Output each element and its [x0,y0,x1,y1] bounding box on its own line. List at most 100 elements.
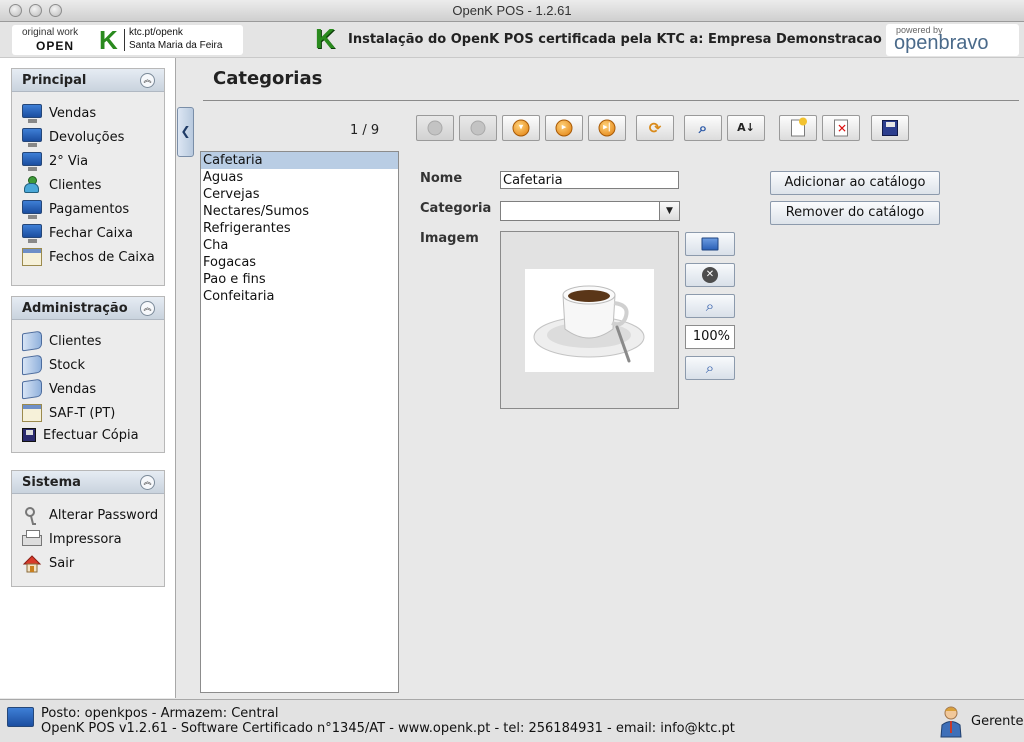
sidebar-item-sair[interactable]: Sair [22,553,162,575]
sidebar-item-admin-clientes[interactable]: Clientes [22,330,162,353]
printer-icon [22,530,42,546]
sidebar-item-fechar-caixa[interactable]: Fechar Caixa [22,223,162,245]
search-button[interactable]: ⌕ [684,115,722,141]
chevron-down-icon[interactable]: ▼ [659,202,679,220]
sidebar-item-segunda-via[interactable]: 2° Via [22,151,162,173]
record-counter: 1 / 9 [350,123,380,138]
panel-administracao: Administração ︽ Clientes Stock Vendas SA… [11,296,165,453]
image-preview [500,231,679,409]
zoom-in-button[interactable]: ⌕ [685,294,735,318]
zoom-in-icon: ⌕ [705,297,715,315]
sidebar-item-saft[interactable]: SAF-T (PT) [22,403,162,425]
list-item[interactable]: Fogacas [201,254,398,271]
window-title: OpenK POS - 1.2.61 [452,3,572,18]
panel-principal-header[interactable]: Principal ︽ [12,69,164,92]
chevron-left-icon: ❮ [180,124,191,138]
sidebar-item-devolucoes[interactable]: Devoluções [22,127,162,149]
toggle-sidebar-button[interactable]: ❮ [177,107,194,157]
collapse-principal-icon[interactable]: ︽ [140,73,155,88]
sidebar-item-label: Efectuar Cópia [43,428,139,443]
sidebar-item-clientes[interactable]: Clientes [22,175,162,197]
next-icon: ▾ [512,119,530,137]
monitor-icon [22,224,42,243]
sidebar-item-label: Devoluções [49,130,125,145]
delete-record-button[interactable] [822,115,860,141]
categoria-label: Categoria [420,201,492,216]
remove-from-catalog-button[interactable]: Remover do catálogo [770,201,940,225]
play-record-button[interactable]: ▸ [545,115,583,141]
sidebar-item-fechos-de-caixa[interactable]: Fechos de Caixa [22,247,162,269]
sidebar-item-alterar-password[interactable]: Alterar Password [22,505,162,527]
category-list[interactable]: Cafetaria Aguas Cervejas Nectares/Sumos … [200,151,399,693]
sidebar-item-label: Fechar Caixa [49,226,133,241]
categoria-select[interactable]: ▼ [500,201,680,221]
remove-image-button[interactable]: ✕ [685,263,735,287]
sidebar-item-admin-vendas[interactable]: Vendas [22,378,162,401]
sidebar-item-label: Impressora [49,532,122,547]
sort-button[interactable]: A↓ [727,115,765,141]
user-name[interactable]: Gerente [971,714,1023,729]
collapse-administracao-icon[interactable]: ︽ [140,301,155,316]
list-item[interactable]: Cervejas [201,186,398,203]
first-record-button[interactable] [416,115,454,141]
book-icon [22,330,42,352]
nome-field[interactable] [500,171,679,189]
search-icon: ⌕ [698,119,708,137]
sidebar: Principal ︽ Vendas Devoluções 2° Via Cli… [0,58,176,698]
next-record-button[interactable]: ▾ [502,115,540,141]
monitor-icon [22,200,42,219]
play-icon: ▸ [555,119,573,137]
calendar-icon [22,404,42,422]
logo-separator [124,29,125,51]
sidebar-item-efectuar-copia[interactable]: Efectuar Cópia [22,425,162,447]
add-to-catalog-button[interactable]: Adicionar ao catálogo [770,171,940,195]
previous-record-button[interactable] [459,115,497,141]
list-item[interactable]: Aguas [201,169,398,186]
sidebar-item-stock[interactable]: Stock [22,354,162,377]
sort-az-icon: A↓ [737,121,755,134]
panel-principal: Principal ︽ Vendas Devoluções 2° Via Cli… [11,68,165,286]
reload-button[interactable]: ⟳ [636,115,674,141]
open-image-button[interactable] [685,232,735,256]
sidebar-item-label: Stock [49,358,85,373]
monitor-icon [7,707,34,727]
list-item[interactable]: Cha [201,237,398,254]
openbravo-wordmark: openbravo [894,32,989,54]
status-bar: Posto: openkpos - Armazem: Central OpenK… [0,699,1024,742]
title-divider [203,100,1019,101]
list-item[interactable]: Nectares/Sumos [201,203,398,220]
certification-k-logo: K [315,23,336,54]
imagem-label: Imagem [420,231,479,246]
zoom-level[interactable]: 100% [685,325,735,349]
sidebar-item-label: Pagamentos [49,202,130,217]
save-button[interactable] [871,115,909,141]
key-icon [22,506,42,525]
folder-open-icon [701,237,719,251]
new-document-icon [791,117,807,137]
monitor-icon [22,128,42,147]
monitor-icon [22,104,42,123]
openbravo-logo: powered by openbravo [886,24,1019,56]
list-item[interactable]: Cafetaria [201,152,398,169]
last-record-button[interactable]: ▸| [588,115,626,141]
collapse-sistema-icon[interactable]: ︽ [140,475,155,490]
list-item[interactable]: Confeitaria [201,288,398,305]
sidebar-item-label: 2° Via [49,154,89,169]
sidebar-item-pagamentos[interactable]: Pagamentos [22,199,162,221]
delete-document-icon [834,119,848,137]
panel-administracao-header[interactable]: Administração ︽ [12,297,164,320]
panel-sistema: Sistema ︽ Alterar Password Impressora Sa… [11,470,165,587]
list-item[interactable]: Refrigerantes [201,220,398,237]
coffee-cup-image [525,269,654,372]
close-icon: ✕ [702,267,718,283]
panel-sistema-header[interactable]: Sistema ︽ [12,471,164,494]
logo-original-work: original work [22,27,79,38]
list-item[interactable]: Pao e fins [201,271,398,288]
panel-principal-title: Principal [22,73,87,88]
zoom-out-button[interactable]: ⌕ [685,356,735,380]
sidebar-item-label: Vendas [49,382,97,397]
new-record-button[interactable] [779,115,817,141]
sidebar-item-impressora[interactable]: Impressora [22,529,162,551]
panel-sistema-title: Sistema [22,475,81,490]
sidebar-item-vendas[interactable]: Vendas [22,103,162,125]
